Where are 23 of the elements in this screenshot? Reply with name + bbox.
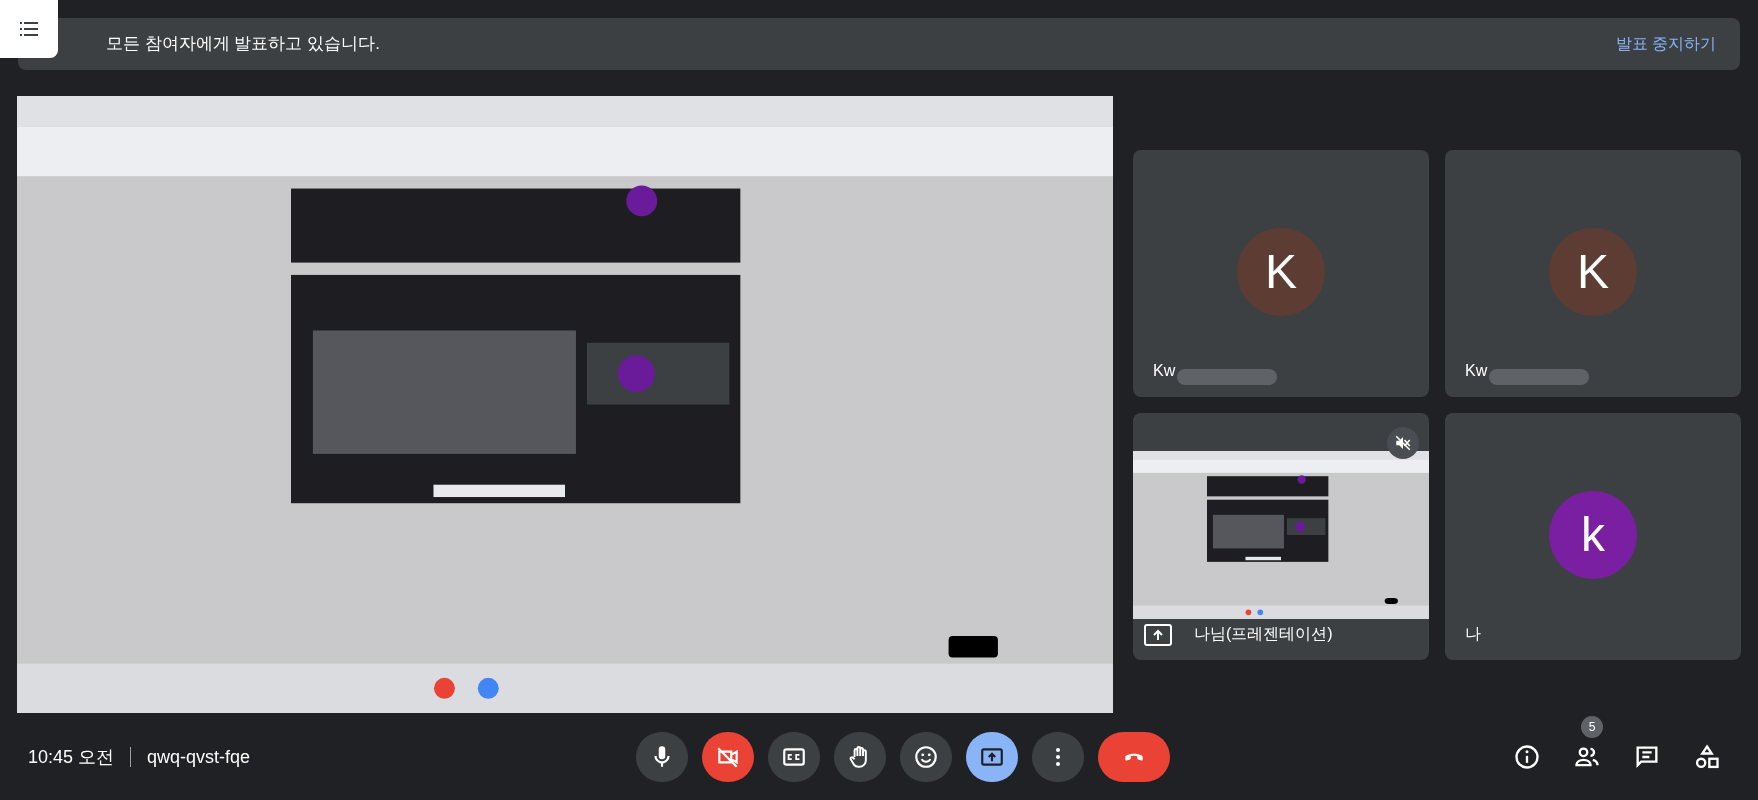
info-icon bbox=[1513, 743, 1541, 771]
emoji-button[interactable] bbox=[900, 732, 952, 782]
list-icon bbox=[20, 22, 38, 36]
stop-presenting-link[interactable]: 발표 중지하기 bbox=[1615, 32, 1716, 56]
hangup-button[interactable] bbox=[1098, 732, 1170, 782]
emoji-icon bbox=[913, 744, 939, 770]
participant-name: Kw bbox=[1153, 361, 1176, 381]
clock-time: 10:45 오전 bbox=[28, 745, 115, 769]
presentation-icon bbox=[1144, 624, 1172, 646]
banner-text: 모든 참여자에게 발표하고 있습니다. bbox=[106, 33, 381, 56]
participant-count-badge: 5 bbox=[1581, 716, 1603, 738]
meeting-code: qwq-qvst-fqe bbox=[147, 745, 251, 769]
participant-name: 나 bbox=[1465, 624, 1481, 644]
panel-toggle-button[interactable] bbox=[0, 0, 58, 58]
captions-button[interactable] bbox=[768, 732, 820, 782]
participant-name: 나님(프레젠테이션) bbox=[1194, 624, 1333, 644]
more-icon bbox=[1055, 747, 1061, 767]
shapes-icon bbox=[1693, 743, 1721, 771]
participant-name: Kw bbox=[1465, 361, 1488, 381]
camera-button[interactable] bbox=[702, 732, 754, 782]
present-button[interactable] bbox=[966, 732, 1018, 782]
mic-button[interactable] bbox=[636, 732, 688, 782]
hand-button[interactable] bbox=[834, 732, 886, 782]
